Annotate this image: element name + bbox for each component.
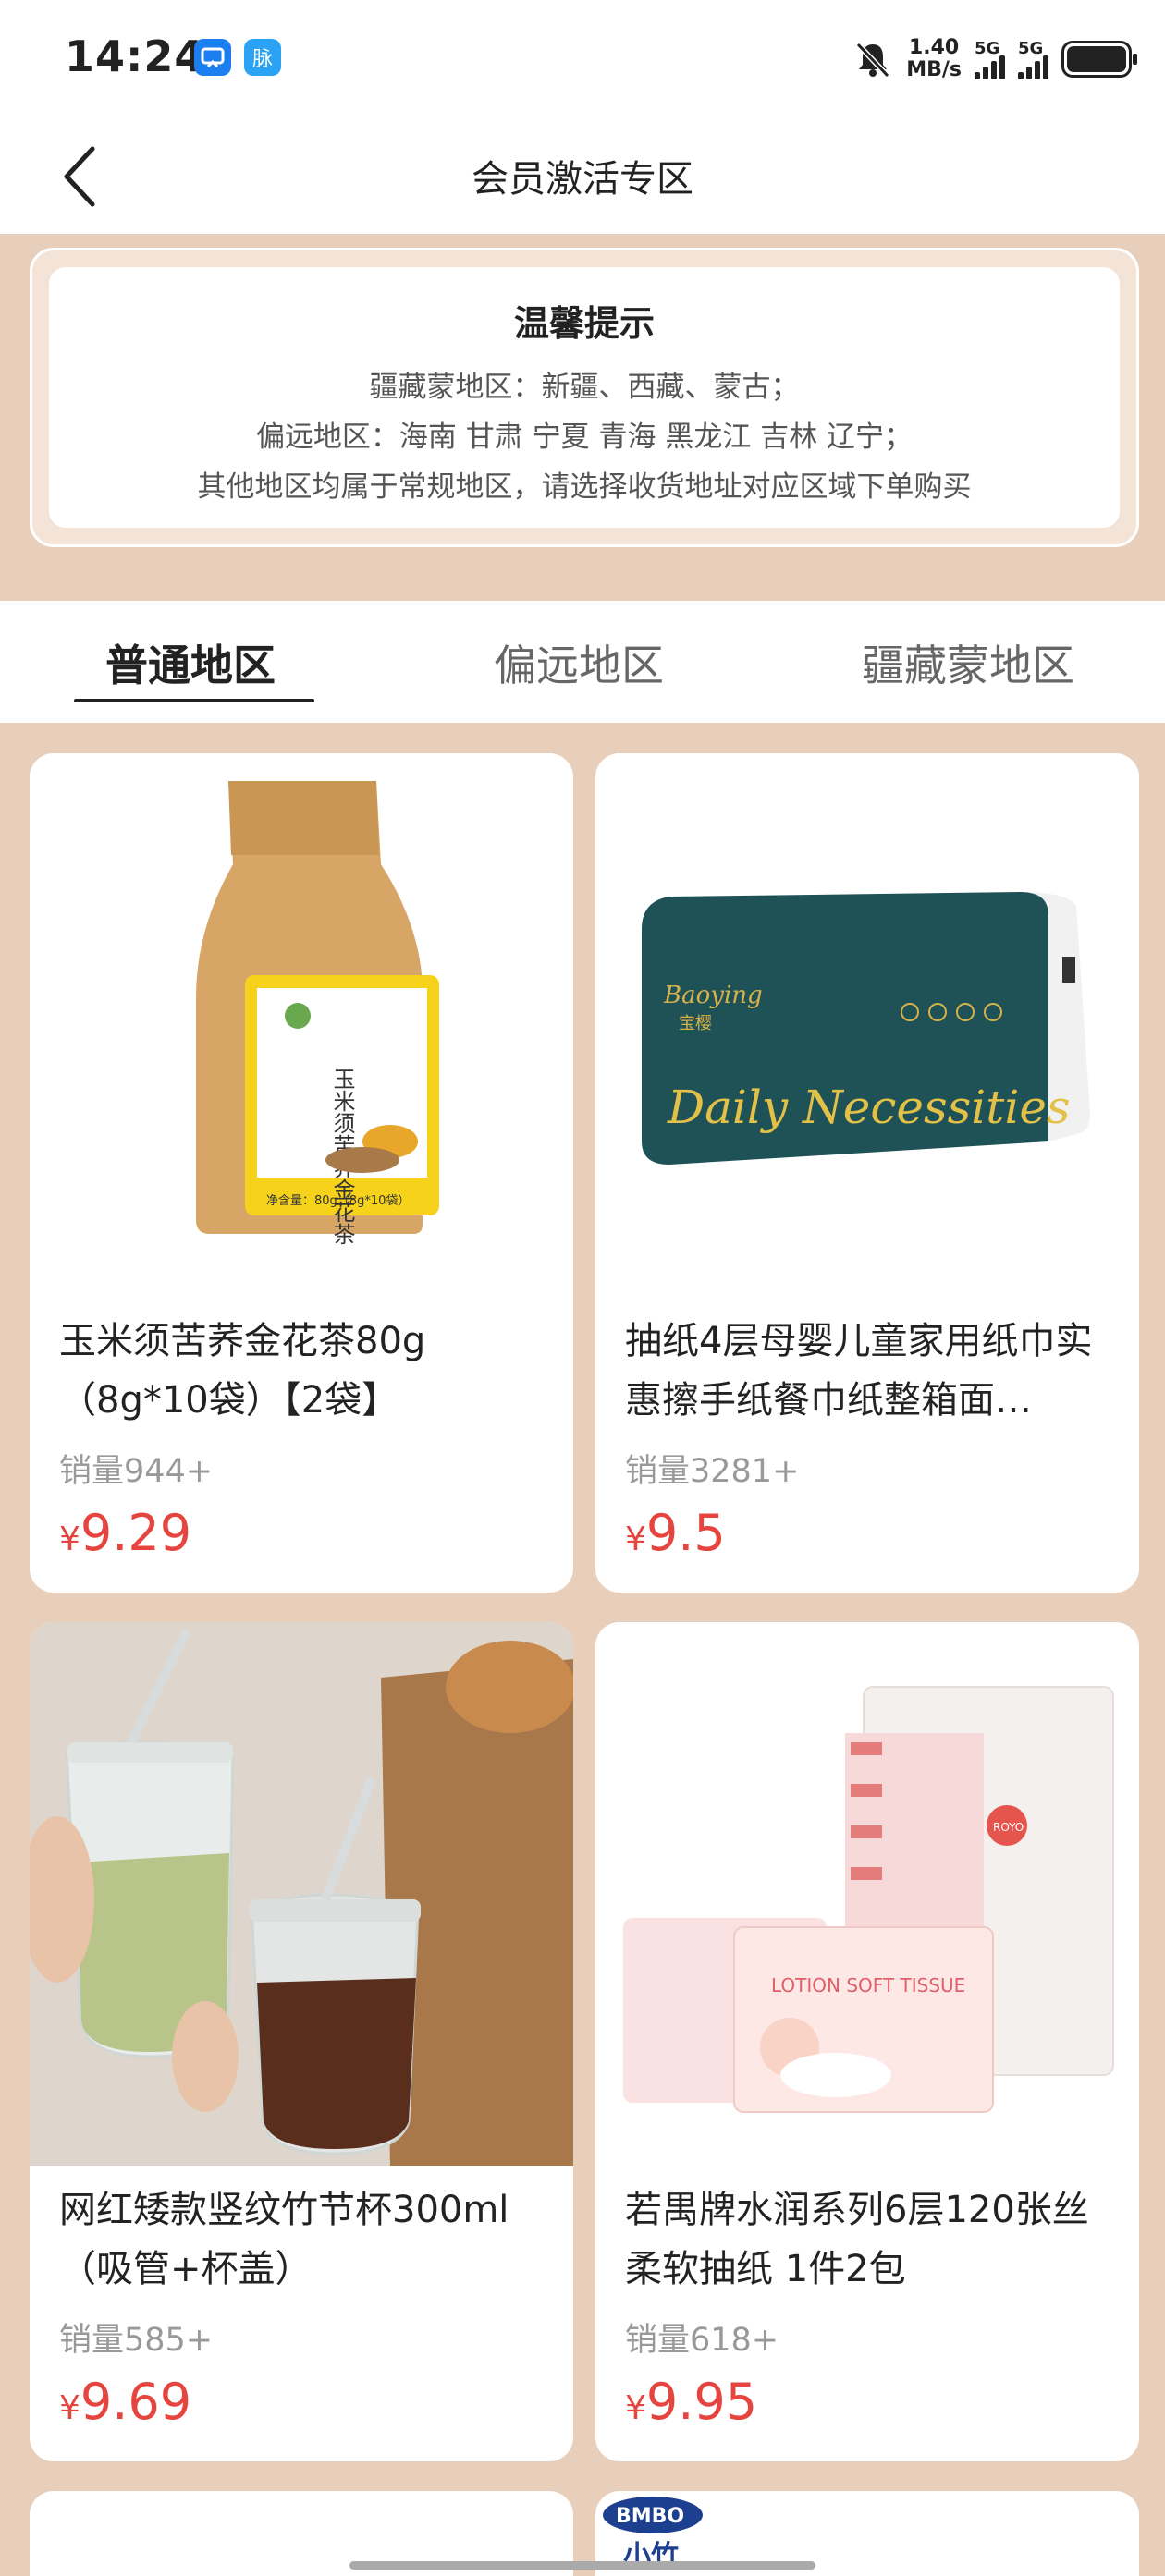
status-bar: 14:24 脉 1.40 MB/s 5G 5G: [0, 0, 1165, 116]
product-image: 玉米须苦荞金花茶 净含量：80g（8g*10袋）: [30, 753, 573, 1297]
nav-bar: 会员激活专区: [0, 116, 1165, 234]
svg-text:净含量：80g（8g*10袋）: 净含量：80g（8g*10袋）: [266, 1193, 410, 1208]
net-speed: 1.40 MB/s: [906, 36, 962, 81]
tab-remote-region[interactable]: 偏远地区: [494, 632, 664, 693]
tab-xinjiang-tibet-mongolia-region[interactable]: 疆藏蒙地区: [862, 632, 1074, 693]
home-indicator[interactable]: [350, 2561, 816, 2570]
product-card[interactable]: ROYO LOTION SOFT TISSUE 若禺牌水润系列6层120张丝柔软…: [595, 1622, 1139, 2461]
region-tabs: 普通地区 偏远地区 疆藏蒙地区: [0, 601, 1165, 723]
page-title: 会员激活专区: [472, 158, 693, 201]
product-card[interactable]: 玉米须苦荞金花茶 净含量：80g（8g*10袋） 玉米须苦荞金花茶80g（8g*…: [30, 753, 573, 1593]
product-card[interactable]: Baoying 宝樱 Daily Necessities 抽纸4层母婴儿童家用纸…: [595, 753, 1139, 1593]
svg-text:LOTION SOFT TISSUE: LOTION SOFT TISSUE: [771, 1974, 965, 1996]
product-name: 玉米须苦荞金花茶80g（8g*10袋）【2袋】: [59, 1320, 426, 1422]
signal-icon: 5G: [975, 39, 1005, 79]
product-name: 抽纸4层母婴儿童家用纸巾实惠擦手纸餐巾纸整箱面…: [625, 1320, 1093, 1422]
notice-line: 偏远地区：海南 甘肃 宁夏 青海 黑龙江 吉林 辽宁；: [255, 421, 914, 454]
product-price: ¥9.5: [625, 1504, 726, 1562]
product-name: 若禺牌水润系列6层120张丝柔软抽纸 1件2包: [625, 2189, 1089, 2290]
product-name: 网红矮款竖纹竹节杯300ml（吸管+杯盖）: [59, 2189, 509, 2290]
chat-app-icon: 脉: [244, 39, 281, 76]
svg-text:ROYO: ROYO: [993, 1821, 1024, 1834]
svg-text:BMBO: BMBO: [616, 2505, 684, 2528]
mute-bell-icon: [856, 42, 890, 79]
notice-card: 温馨提示 疆藏蒙地区：新疆、西藏、蒙古； 偏远地区：海南 甘肃 宁夏 青海 黑龙…: [30, 248, 1139, 547]
active-tab-indicator: [74, 699, 314, 702]
product-sales: 销量585+: [59, 2322, 214, 2359]
notice-line: 疆藏蒙地区：新疆、西藏、蒙古；: [369, 371, 800, 404]
signal-icon-2: 5G: [1018, 39, 1048, 79]
product-price: ¥9.29: [59, 1504, 192, 1562]
product-price: ¥9.95: [625, 2373, 758, 2431]
product-sales: 销量618+: [625, 2322, 779, 2359]
notice-title: 温馨提示: [513, 303, 655, 344]
product-image: ROYO LOTION SOFT TISSUE: [595, 1622, 1139, 2166]
product-price: ¥9.69: [59, 2373, 192, 2431]
notice-line: 其他地区均属于常规地区，请选择收货地址对应区域下单购买: [197, 470, 972, 504]
product-image: [30, 1622, 573, 2166]
battery-icon: [1061, 41, 1137, 78]
status-time: 14:24: [65, 31, 205, 81]
browser-app-icon: [194, 39, 231, 76]
tab-normal-region[interactable]: 普通地区: [105, 632, 276, 693]
product-sales: 销量3281+: [625, 1453, 800, 1490]
svg-text:Daily Necessities: Daily Necessities: [667, 1080, 1071, 1134]
product-card[interactable]: 网红矮款竖纹竹节杯300ml（吸管+杯盖） 销量585+ ¥9.69: [30, 1622, 573, 2461]
product-sales: 销量944+: [59, 1453, 214, 1490]
svg-text:Baoying: Baoying: [663, 982, 763, 1009]
svg-text:宝樱: 宝樱: [679, 1014, 712, 1033]
product-image: Baoying 宝樱 Daily Necessities: [595, 753, 1139, 1297]
